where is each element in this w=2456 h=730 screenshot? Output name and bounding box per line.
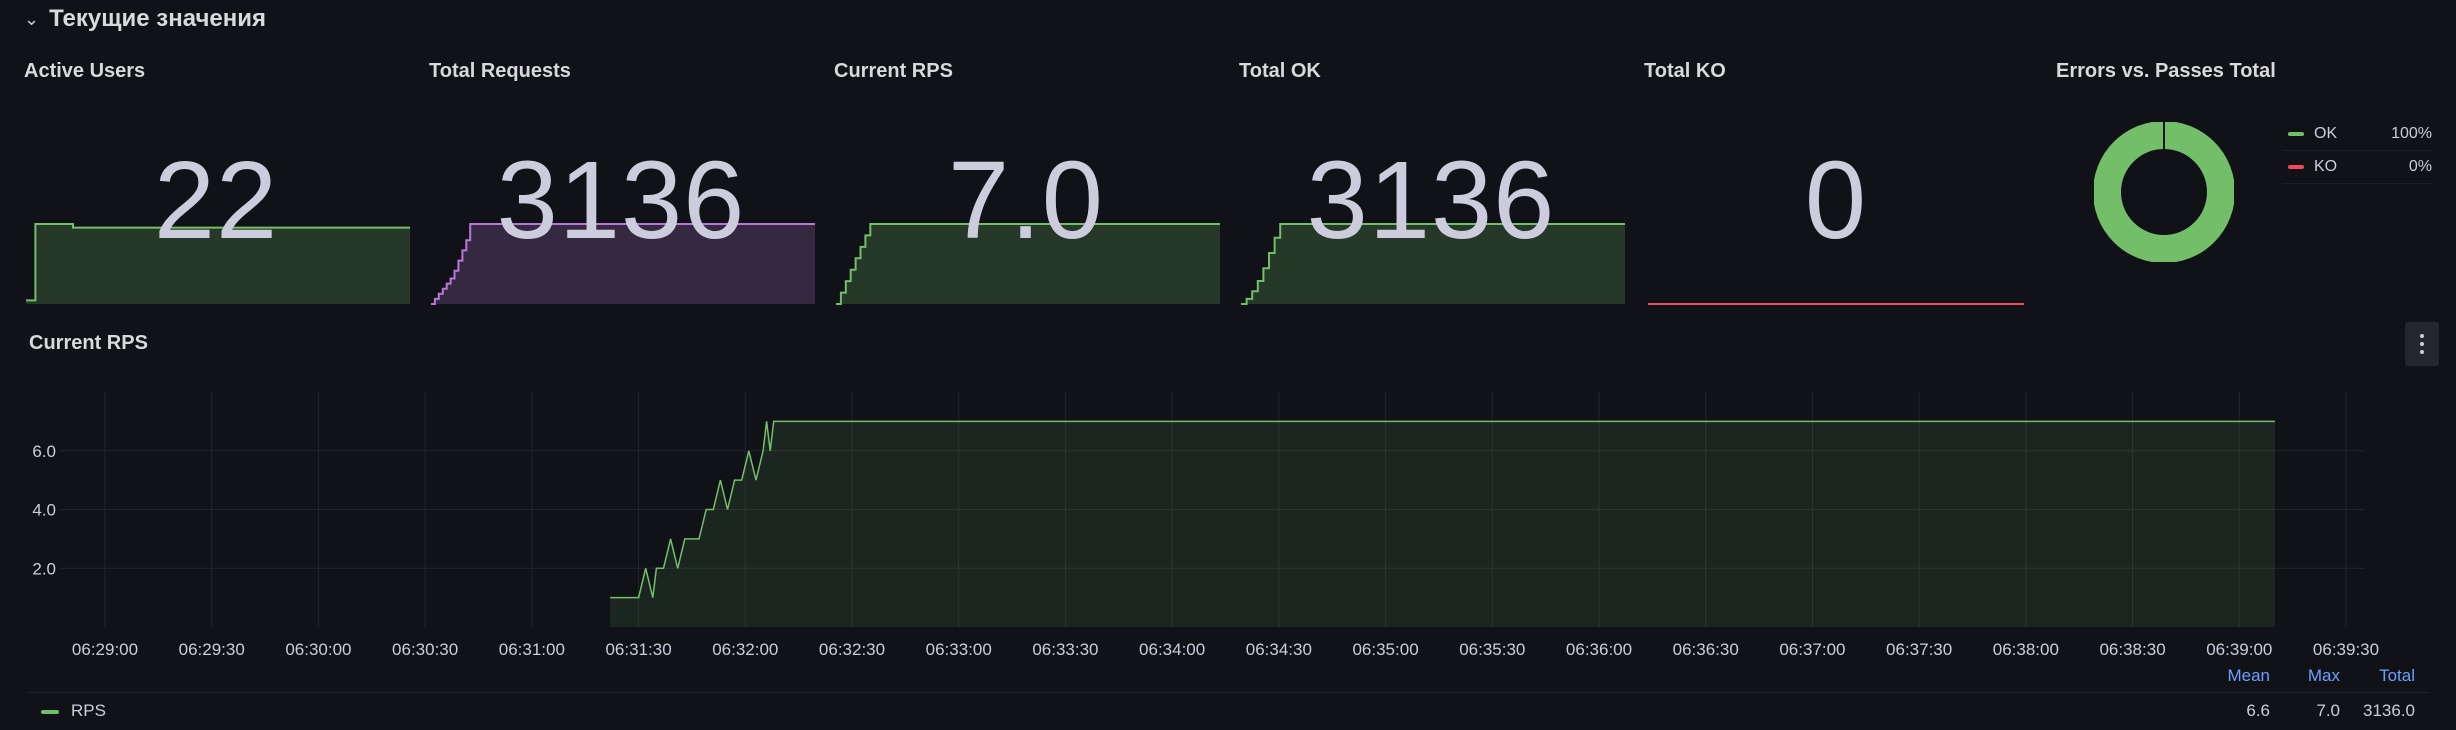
x-tick-label: 06:36:30 bbox=[1673, 640, 1739, 659]
x-tick-label: 06:33:00 bbox=[926, 640, 992, 659]
legend-label: OK bbox=[2314, 125, 2338, 142]
timeseries-legend: RPS 6.6 7.0 3136.0 bbox=[29, 692, 2429, 729]
x-tick-label: 06:30:30 bbox=[392, 640, 458, 659]
stat-value: 0 bbox=[1804, 139, 1868, 262]
stat-value: 7.0 bbox=[948, 139, 1104, 262]
donut-legend: OK 100% KO 0% bbox=[2282, 118, 2432, 184]
x-tick-label: 06:35:30 bbox=[1459, 640, 1525, 659]
row-header[interactable]: ⌄ Текущие значения bbox=[24, 2, 266, 36]
panel-current-rps-timeseries: 2.0 4.0 6.0 06:29:00 06:29:30 06:30:00 06:30:3… bbox=[0, 322, 2456, 730]
x-tick-label: 06:37:00 bbox=[1779, 640, 1845, 659]
x-tick-label: 06:29:30 bbox=[179, 640, 245, 659]
legend-series-name[interactable]: RPS bbox=[71, 701, 106, 721]
legend-label: KO bbox=[2314, 158, 2338, 175]
panel-errors-vs-passes: Errors vs. Passes Total OK 100% KO 0% bbox=[2052, 56, 2432, 306]
legend-swatch bbox=[2288, 165, 2304, 169]
panel-title: Total OK bbox=[1239, 60, 1321, 82]
series-area-rps bbox=[610, 421, 2275, 627]
x-tick-label: 06:34:00 bbox=[1139, 640, 1205, 659]
x-tick-label: 06:37:30 bbox=[1886, 640, 1952, 659]
panel-title: Current RPS bbox=[834, 60, 953, 82]
legend-max-value: 7.0 bbox=[2316, 701, 2340, 720]
y-tick-label: 6.0 bbox=[32, 442, 56, 461]
row-title: Текущие значения bbox=[49, 5, 266, 32]
legend-mean-value: 6.6 bbox=[2246, 701, 2270, 720]
legend-total-value: 3136.0 bbox=[2363, 701, 2415, 720]
stat-value: 3136 bbox=[496, 139, 746, 262]
chevron-down-icon[interactable]: ⌄ bbox=[24, 9, 39, 30]
x-tick-label: 06:39:00 bbox=[2206, 640, 2272, 659]
legend-swatch bbox=[2288, 132, 2304, 136]
panel-title: Total Requests bbox=[429, 60, 571, 82]
legend-header-max[interactable]: Max bbox=[2280, 666, 2340, 686]
legend-item-ko[interactable]: KO 0% bbox=[2282, 151, 2432, 184]
x-tick-label: 06:32:00 bbox=[712, 640, 778, 659]
x-tick-label: 06:29:00 bbox=[72, 640, 138, 659]
legend-item-ok[interactable]: OK 100% bbox=[2282, 118, 2432, 151]
panel-total-requests: Total Requests 3136 bbox=[425, 56, 817, 306]
x-tick-label: 06:36:00 bbox=[1566, 640, 1632, 659]
x-tick-label: 06:32:30 bbox=[819, 640, 885, 659]
x-tick-label: 06:39:30 bbox=[2313, 640, 2379, 659]
donut-slice-ok bbox=[2094, 122, 2234, 262]
panel-total-ko: Total KO 0 bbox=[1640, 56, 2032, 306]
panel-current-rps: Current RPS 7.0 bbox=[830, 56, 1222, 306]
panel-active-users: Active Users 22 bbox=[20, 56, 412, 306]
x-tick-label: 06:34:30 bbox=[1246, 640, 1312, 659]
panel-title: Total KO bbox=[1644, 60, 1726, 82]
kebab-menu-icon[interactable] bbox=[2405, 322, 2439, 366]
y-tick-label: 4.0 bbox=[32, 501, 56, 520]
panel-title: Current RPS bbox=[29, 332, 148, 354]
x-tick-label: 06:38:00 bbox=[1993, 640, 2059, 659]
x-tick-label: 06:31:30 bbox=[605, 640, 671, 659]
stat-value: 22 bbox=[153, 139, 279, 262]
x-tick-label: 06:33:30 bbox=[1032, 640, 1098, 659]
x-tick-label: 06:35:00 bbox=[1352, 640, 1418, 659]
panel-title: Errors vs. Passes Total bbox=[2056, 60, 2276, 82]
timeseries-chart: 2.0 4.0 6.0 06:29:00 06:29:30 06:30:00 06:30:3… bbox=[32, 392, 2379, 659]
legend-percent: 100% bbox=[2391, 125, 2432, 142]
donut-chart bbox=[2094, 122, 2234, 262]
legend-header-total[interactable]: Total bbox=[2350, 666, 2415, 686]
legend-percent: 0% bbox=[2408, 158, 2432, 175]
panel-title: Active Users bbox=[24, 60, 146, 82]
y-tick-label: 2.0 bbox=[32, 559, 56, 578]
x-tick-label: 06:30:00 bbox=[285, 640, 351, 659]
legend-header-mean[interactable]: Mean bbox=[2200, 666, 2270, 686]
x-tick-label: 06:38:30 bbox=[2099, 640, 2165, 659]
stat-value: 3136 bbox=[1306, 139, 1556, 262]
legend-swatch bbox=[41, 710, 59, 714]
panel-total-ok: Total OK 3136 bbox=[1235, 56, 1627, 306]
x-tick-label: 06:31:00 bbox=[499, 640, 565, 659]
